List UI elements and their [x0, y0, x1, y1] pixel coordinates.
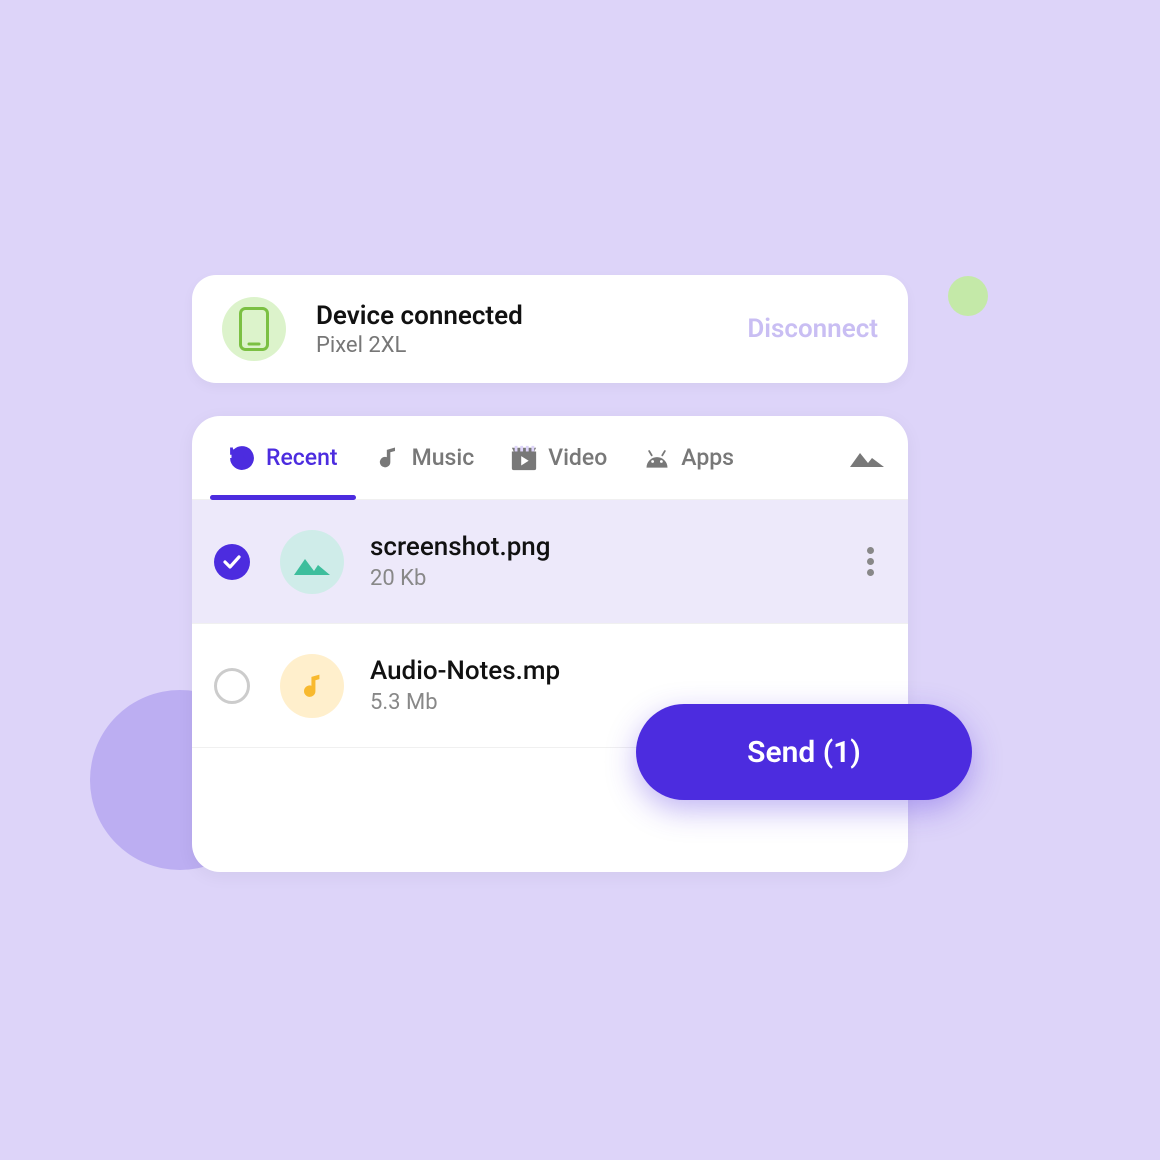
send-button[interactable]: Send (1): [636, 704, 972, 800]
file-row-0[interactable]: screenshot.png 20 Kb: [192, 500, 908, 624]
file-thumbnail-image-icon: [280, 530, 344, 594]
tab-music[interactable]: Music: [356, 416, 493, 499]
history-icon: [228, 444, 256, 472]
file-thumbnail-music-icon: [280, 654, 344, 718]
tab-label: Apps: [681, 444, 734, 471]
tab-label: Video: [548, 444, 607, 471]
device-connection-card: Device connected Pixel 2XL Disconnect: [192, 275, 908, 383]
decoration-dot: [948, 276, 988, 316]
tab-bar: Recent Music Vid: [192, 416, 908, 500]
tab-apps[interactable]: Apps: [625, 416, 752, 499]
music-icon: [374, 444, 402, 472]
connection-title: Device connected: [316, 301, 747, 331]
checkbox[interactable]: [214, 668, 250, 704]
tab-recent[interactable]: Recent: [210, 416, 356, 499]
tab-label: Recent: [266, 444, 338, 471]
checkbox[interactable]: [214, 544, 250, 580]
tab-more[interactable]: [850, 445, 890, 471]
file-name: screenshot.png: [370, 532, 854, 562]
tab-label: Music: [412, 444, 475, 471]
file-name: Audio-Notes.mp: [370, 656, 886, 686]
file-panel: Recent Music Vid: [192, 416, 908, 872]
photos-icon: [850, 445, 884, 471]
tab-video[interactable]: Video: [492, 416, 625, 499]
android-icon: [643, 444, 671, 472]
video-icon: [510, 444, 538, 472]
disconnect-button[interactable]: Disconnect: [747, 314, 878, 344]
connection-device: Pixel 2XL: [316, 333, 747, 358]
file-size: 20 Kb: [370, 566, 854, 591]
more-button[interactable]: [854, 546, 886, 578]
phone-icon: [222, 297, 286, 361]
